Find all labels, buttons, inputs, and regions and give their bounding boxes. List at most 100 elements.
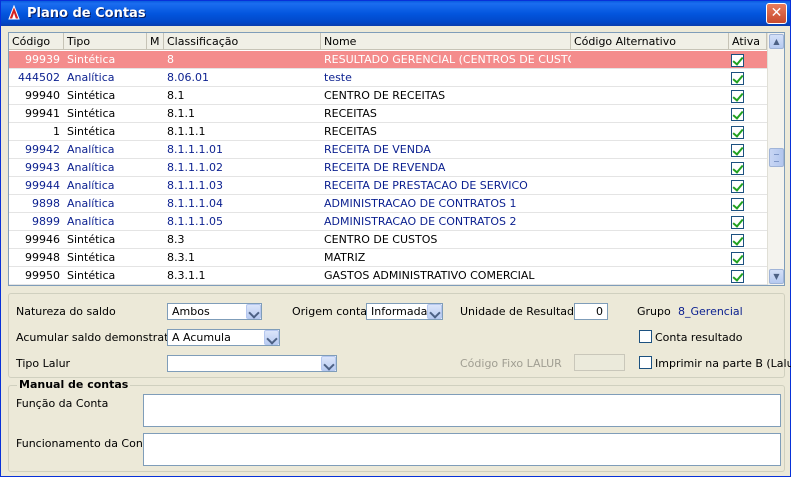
app-icon: [8, 5, 20, 20]
cell-nome: teste: [324, 71, 352, 84]
tipo-lalur-select[interactable]: [167, 355, 337, 372]
cell-codigo: 99940: [25, 89, 60, 102]
table-row[interactable]: 9898 Analítica 8.1.1.1.04 ADMINISTRACAO DE …: [9, 195, 767, 213]
table-row[interactable]: 99944 Analítica 8.1.1.1.03 RECEITA DE PREST…: [9, 177, 767, 195]
ativa-checkbox[interactable]: [731, 126, 744, 139]
ativa-checkbox[interactable]: [731, 180, 744, 193]
grid-header: Código Tipo M Classificação Nome Código …: [9, 33, 767, 50]
cell-classificacao: 8.1.1.1.02: [167, 161, 223, 174]
table-row[interactable]: 99943 Analítica 8.1.1.1.02 RECEITA DE REVEN…: [9, 159, 767, 177]
cell-tipo: Sintética: [67, 233, 116, 246]
window-title: Plano de Contas: [27, 6, 146, 21]
manual-de-contas-title: Manual de contas: [17, 378, 131, 391]
ativa-checkbox[interactable]: [731, 252, 744, 265]
cell-nome: CENTRO DE RECEITAS: [324, 89, 446, 102]
cell-tipo: Analítica: [67, 161, 115, 174]
cell-codigo: 9898: [32, 197, 60, 210]
cell-codigo: 99950: [25, 269, 60, 282]
column-header-m[interactable]: M: [147, 33, 164, 50]
cell-codigo: 99948: [25, 251, 60, 264]
ativa-checkbox[interactable]: [731, 198, 744, 211]
origem-conta-value: Informada: [371, 305, 428, 318]
cell-classificacao: 8.3.1: [167, 251, 195, 264]
imprimir-parte-b-label: Imprimir na parte B (Lalur): [655, 357, 791, 370]
table-row[interactable]: 99948 Sintética 8.3.1 MATRIZ: [9, 249, 767, 267]
accounts-grid[interactable]: Código Tipo M Classificação Nome Código …: [8, 32, 785, 286]
cell-tipo: Analítica: [67, 143, 115, 156]
table-row[interactable]: 1 Sintética 8.1.1.1 RECEITAS: [9, 123, 767, 141]
cell-tipo: Analítica: [67, 71, 115, 84]
ativa-checkbox[interactable]: [731, 234, 744, 247]
column-header-ativa[interactable]: Ativa: [729, 33, 767, 50]
title-bar[interactable]: Plano de Contas ✕: [1, 1, 790, 26]
ativa-checkbox[interactable]: [731, 162, 744, 175]
funcao-conta-textarea[interactable]: [143, 394, 781, 427]
table-row[interactable]: 444502 Analítica 8.06.01 teste: [9, 69, 767, 87]
codigo-fixo-lalur-input: [574, 354, 625, 371]
chevron-down-icon[interactable]: [427, 304, 442, 319]
cell-classificacao: 8.1.1.1: [167, 125, 206, 138]
cell-codigo: 99944: [25, 179, 60, 192]
chevron-down-icon[interactable]: [321, 356, 336, 371]
table-row[interactable]: 9899 Analítica 8.1.1.1.05 ADMINISTRACAO DE …: [9, 213, 767, 231]
funcionamento-conta-label: Funcionamento da Conta: [16, 437, 154, 450]
scroll-up-icon[interactable]: ▲: [769, 34, 784, 49]
cell-codigo: 99941: [25, 107, 60, 120]
origem-conta-select[interactable]: Informada: [366, 303, 443, 320]
cell-tipo: Sintética: [67, 269, 116, 282]
table-row[interactable]: 99946 Sintética 8.3 CENTRO DE CUSTOS: [9, 231, 767, 249]
ativa-checkbox[interactable]: [731, 270, 744, 283]
ativa-checkbox[interactable]: [731, 216, 744, 229]
chevron-down-icon[interactable]: [264, 330, 279, 345]
column-header-codigo-alternativo[interactable]: Código Alternativo: [571, 33, 729, 50]
plano-de-contas-window: Plano de Contas ✕ Código Tipo M Classifi…: [0, 0, 791, 477]
scroll-thumb[interactable]: [769, 148, 784, 167]
cell-codigo: 99943: [25, 161, 60, 174]
scroll-down-icon[interactable]: ▼: [769, 269, 784, 284]
table-row[interactable]: 99939 Sintética 8 RESULTADO GERENCIAL (CENT…: [9, 51, 767, 69]
cell-nome: RECEITA DE REVENDA: [324, 161, 446, 174]
table-row[interactable]: 99942 Analítica 8.1.1.1.01 RECEITA DE VENDA: [9, 141, 767, 159]
column-header-tipo[interactable]: Tipo: [64, 33, 147, 50]
ativa-checkbox[interactable]: [731, 90, 744, 103]
ativa-checkbox[interactable]: [731, 144, 744, 157]
cell-codigo: 99946: [25, 233, 60, 246]
ativa-checkbox[interactable]: [731, 108, 744, 121]
cell-nome: GASTOS ADMINISTRATIVO COMERCIAL: [324, 269, 535, 282]
natureza-saldo-label: Natureza do saldo: [16, 305, 116, 318]
cell-nome: RECEITAS: [324, 107, 377, 120]
imprimir-parte-b-checkbox[interactable]: [639, 356, 652, 369]
cell-codigo: 99942: [25, 143, 60, 156]
cell-classificacao: 8.1.1.1.03: [167, 179, 223, 192]
funcionamento-conta-textarea[interactable]: [143, 433, 781, 466]
origem-conta-label: Origem conta: [292, 305, 368, 318]
cell-codigo: 99939: [25, 53, 60, 66]
grupo-label: Grupo: [637, 305, 671, 318]
chevron-down-icon[interactable]: [246, 304, 261, 319]
ativa-checkbox[interactable]: [731, 72, 744, 85]
table-row[interactable]: 99941 Sintética 8.1.1 RECEITAS: [9, 105, 767, 123]
table-row[interactable]: 99950 Sintética 8.3.1.1 GASTOS ADMINISTRATI…: [9, 267, 767, 285]
cell-nome: RESULTADO GERENCIAL (CENTROS DE CUSTO): [324, 53, 571, 66]
conta-resultado-label: Conta resultado: [655, 331, 743, 344]
vertical-scrollbar[interactable]: ▲ ▼: [767, 33, 784, 285]
conta-resultado-checkbox[interactable]: [639, 330, 652, 343]
cell-tipo: Sintética: [67, 125, 116, 138]
close-button[interactable]: ✕: [766, 3, 787, 24]
cell-classificacao: 8.1.1.1.05: [167, 215, 223, 228]
unidade-resultado-label: Unidade de Resultado: [460, 305, 581, 318]
ativa-checkbox[interactable]: [731, 54, 744, 67]
column-header-codigo[interactable]: Código: [9, 33, 64, 50]
table-row[interactable]: 99940 Sintética 8.1 CENTRO DE RECEITAS: [9, 87, 767, 105]
natureza-saldo-select[interactable]: Ambos: [167, 303, 262, 320]
cell-codigo: 1: [53, 125, 60, 138]
funcao-conta-label: Função da Conta: [16, 397, 109, 410]
cell-tipo: Analítica: [67, 215, 115, 228]
column-header-classificacao[interactable]: Classificação: [164, 33, 321, 50]
cell-classificacao: 8.3.1.1: [167, 269, 206, 282]
column-header-nome[interactable]: Nome: [321, 33, 571, 50]
unidade-resultado-input[interactable]: 0: [574, 303, 608, 320]
cell-classificacao: 8.1.1.1.04: [167, 197, 223, 210]
acumular-saldo-select[interactable]: A Acumula: [167, 329, 280, 346]
cell-nome: MATRIZ: [324, 251, 366, 264]
